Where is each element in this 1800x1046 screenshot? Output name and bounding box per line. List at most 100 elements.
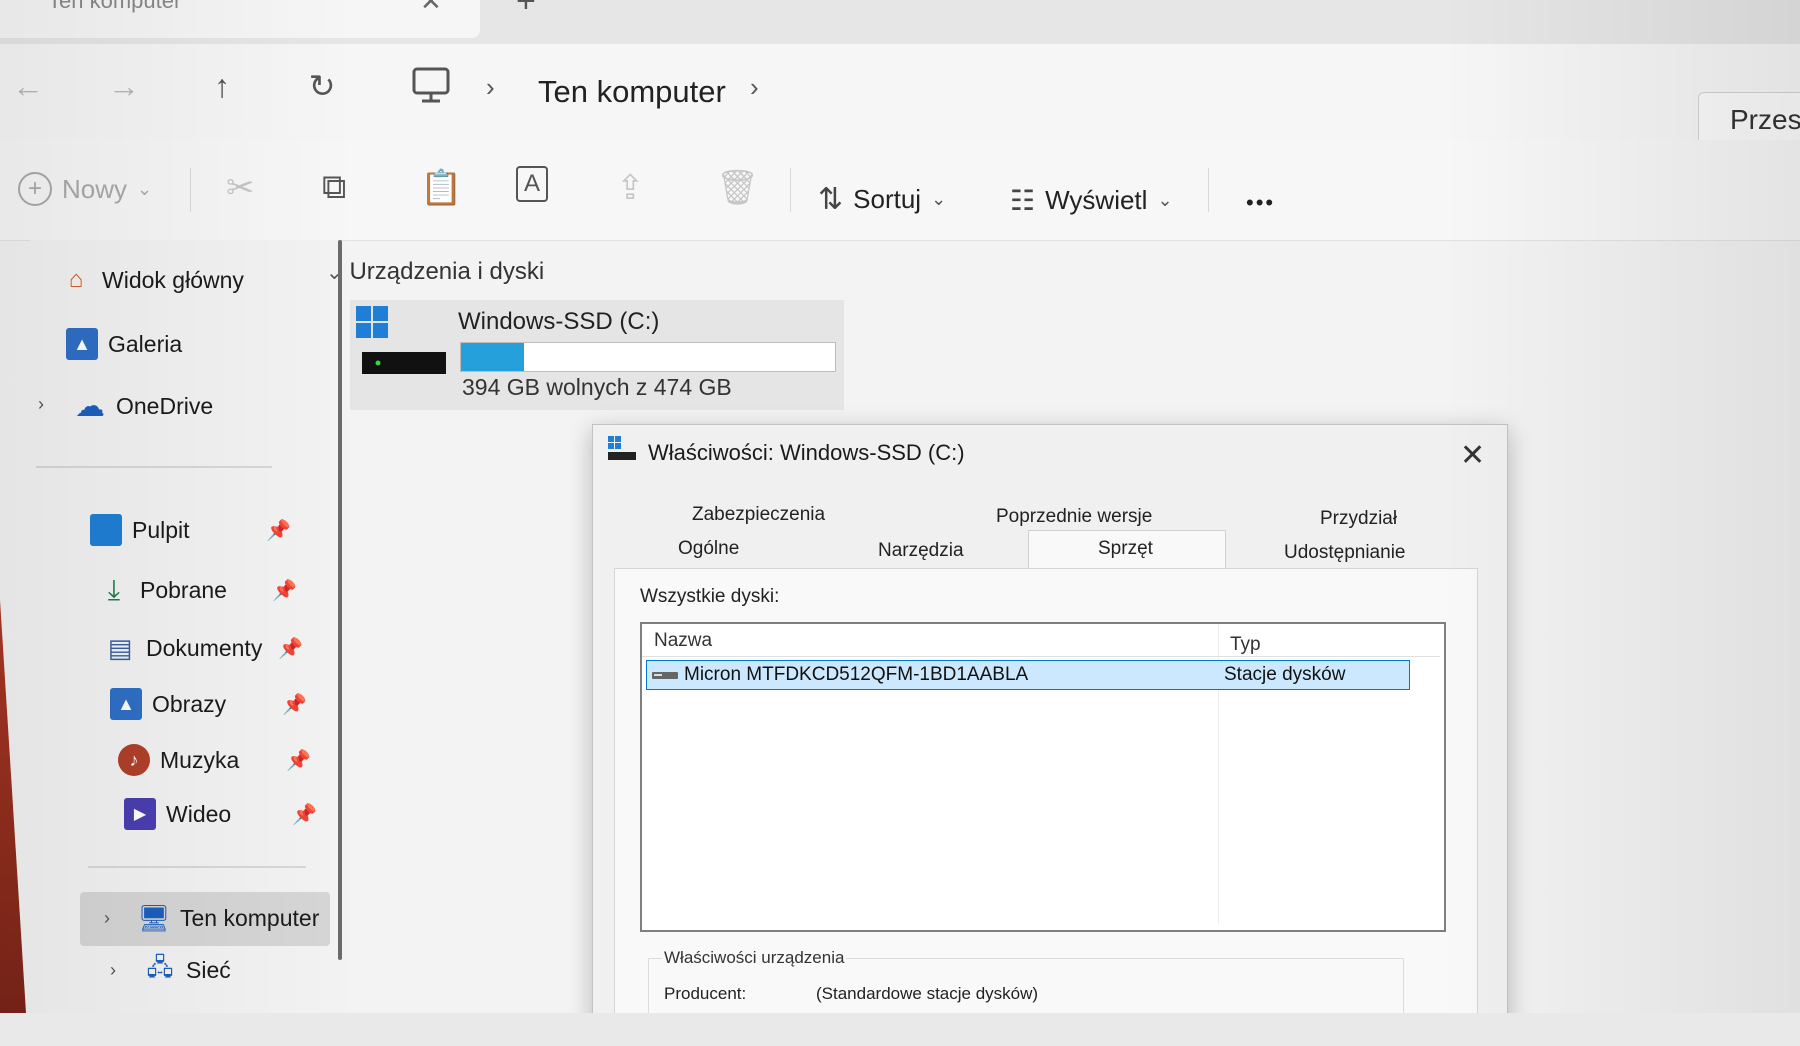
pin-icon[interactable]: 📌 (266, 518, 291, 543)
title-bar: Ten komputer ✕ + (0, 0, 1800, 44)
delete-icon[interactable]: 🗑 (716, 168, 759, 208)
column-header-name[interactable]: Nazwa (654, 630, 712, 652)
tab-sharing[interactable]: Udostępnianie (1284, 542, 1405, 564)
sidebar-item-label: Widok główny (102, 266, 244, 293)
drive-usage-bar (460, 342, 836, 372)
documents-icon: ▤ (107, 632, 133, 663)
share-icon[interactable]: ⇪ (616, 168, 645, 208)
sidebar-item-label: Sieć (186, 956, 231, 983)
sidebar-divider (88, 866, 306, 868)
sidebar-item-label: Ten komputer (180, 904, 320, 931)
device-properties-title: Właściwości urządzenia (662, 948, 847, 968)
expand-chevron-icon[interactable]: › (104, 908, 110, 929)
up-button[interactable]: ↑ (202, 66, 242, 106)
sidebar-item-desktop[interactable]: Pulpit (90, 514, 190, 546)
video-icon: ▶ (124, 798, 156, 830)
sort-button-label: Sortuj (853, 184, 922, 214)
back-button[interactable]: ← (8, 66, 48, 106)
sidebar-scrollbar[interactable] (338, 240, 342, 960)
navigation-bar (0, 44, 1800, 141)
sidebar-item-this-pc[interactable]: 🖥 Ten komputer (137, 902, 320, 934)
new-button[interactable]: + Nowy ⌄ (18, 172, 152, 206)
tab-security[interactable]: Zabezpieczenia (692, 504, 825, 526)
computer-icon[interactable] (410, 66, 452, 106)
divider (190, 168, 191, 212)
pin-icon[interactable]: 📌 (286, 748, 311, 773)
tab-title: Ten komputer (48, 0, 182, 13)
cut-icon[interactable]: ✂ (226, 168, 255, 208)
chevron-down-icon: ⌄ (137, 178, 153, 199)
sidebar-item-home[interactable]: ⌂ Widok główny (60, 264, 244, 296)
sidebar-item-downloads[interactable]: ⤓ Pobrane (98, 574, 227, 606)
section-header-devices[interactable]: ⌄ Urządzenia i dyski (326, 258, 544, 286)
manufacturer-label: Producent: (664, 984, 747, 1003)
sidebar-item-label: OneDrive (116, 392, 214, 419)
new-button-label: Nowy (62, 173, 128, 204)
sidebar-item-pictures[interactable]: ▲ Obrazy (110, 688, 226, 720)
view-button-label: Wyświetl (1045, 185, 1148, 215)
download-icon: ⤓ (107, 573, 121, 605)
tab-quota[interactable]: Przydział (1320, 508, 1397, 530)
forward-button[interactable]: → (104, 66, 144, 106)
computer-icon: 🖥 (137, 902, 171, 933)
view-button[interactable]: ☷ Wyświetl ⌄ (1010, 184, 1173, 217)
dialog-close-button[interactable]: ✕ (1460, 438, 1485, 473)
chevron-down-icon: ⌄ (931, 189, 947, 209)
rename-icon[interactable]: A (516, 166, 549, 202)
pin-icon[interactable]: 📌 (278, 636, 303, 661)
breadcrumb-expand[interactable]: › (750, 72, 759, 103)
drive-usage-fill (461, 343, 525, 371)
home-icon: ⌂ (68, 266, 84, 293)
copy-icon[interactable]: ⧉ (322, 168, 346, 207)
cloud-icon: ☁ (75, 389, 105, 423)
pin-icon[interactable]: 📌 (292, 802, 317, 827)
pin-icon[interactable]: 📌 (282, 692, 307, 717)
windows-drive-icon (356, 306, 446, 374)
chevron-down-icon: ⌄ (1157, 190, 1173, 210)
sidebar-item-onedrive[interactable]: ☁ OneDrive (74, 389, 214, 423)
breadcrumb-current[interactable]: Ten komputer (538, 74, 726, 110)
tab-hardware[interactable]: Sprzęt (1098, 538, 1153, 560)
tab-general[interactable]: Ogólne (678, 538, 739, 560)
paste-icon[interactable]: 📋 (420, 168, 462, 208)
expand-chevron-icon[interactable]: › (110, 960, 116, 981)
more-options-button[interactable]: ••• (1246, 190, 1275, 216)
sidebar-item-music[interactable]: ♪ Muzyka (118, 744, 239, 776)
sidebar-item-label: Galeria (108, 330, 183, 357)
sidebar-item-label: Wideo (166, 800, 232, 827)
expand-chevron-icon[interactable]: › (38, 394, 44, 415)
sidebar-item-documents[interactable]: ▤ Dokumenty (104, 632, 263, 664)
tab-close-button[interactable]: ✕ (420, 0, 442, 17)
gallery-icon: ▲ (66, 328, 98, 360)
dialog-title: Właściwości: Windows-SSD (C:) (648, 440, 965, 465)
tab-tools[interactable]: Narzędzia (878, 540, 964, 562)
sidebar-item-label: Pulpit (132, 516, 190, 543)
tab-previous-versions[interactable]: Poprzednie wersje (996, 506, 1152, 528)
plus-circle-icon: + (18, 172, 52, 206)
breadcrumb-separator[interactable]: › (486, 72, 495, 103)
sidebar-divider (36, 466, 272, 468)
network-icon: 🖧 (146, 953, 174, 981)
drive-name: Windows-SSD (C:) (458, 308, 660, 335)
divider (790, 168, 791, 212)
manufacturer-value: (Standardowe stacje dysków) (816, 984, 1039, 1003)
disk-type-cell: Stacje dysków (1224, 664, 1346, 685)
disk-name-cell: Micron MTFDKCD512QFM-1BD1AABLA (684, 664, 1029, 685)
file-explorer-window: Ten komputer ✕ + ← → ↑ ↻ › Ten komputer … (0, 0, 1800, 1013)
music-icon: ♪ (118, 744, 150, 776)
header-divider (642, 656, 1440, 657)
sidebar-item-video[interactable]: ▶ Wideo (124, 798, 231, 830)
section-title: Urządzenia i dyski (349, 258, 545, 285)
refresh-button[interactable]: ↻ (302, 66, 342, 106)
sidebar-item-label: Dokumenty (146, 634, 263, 661)
desktop-folder-icon (90, 514, 122, 546)
sort-button[interactable]: ⇅ Sortuj ⌄ (818, 182, 946, 217)
column-header-type[interactable]: Typ (1230, 634, 1261, 656)
new-tab-button[interactable]: + (516, 0, 536, 21)
sidebar-item-gallery[interactable]: ▲ Galeria (66, 328, 182, 360)
sidebar-item-label: Obrazy (152, 690, 227, 717)
pin-icon[interactable]: 📌 (272, 578, 297, 603)
view-layout-icon: ☷ (1010, 185, 1036, 216)
sidebar-item-network[interactable]: 🖧 Sieć (144, 954, 231, 986)
sidebar-item-label: Pobrane (140, 576, 227, 603)
